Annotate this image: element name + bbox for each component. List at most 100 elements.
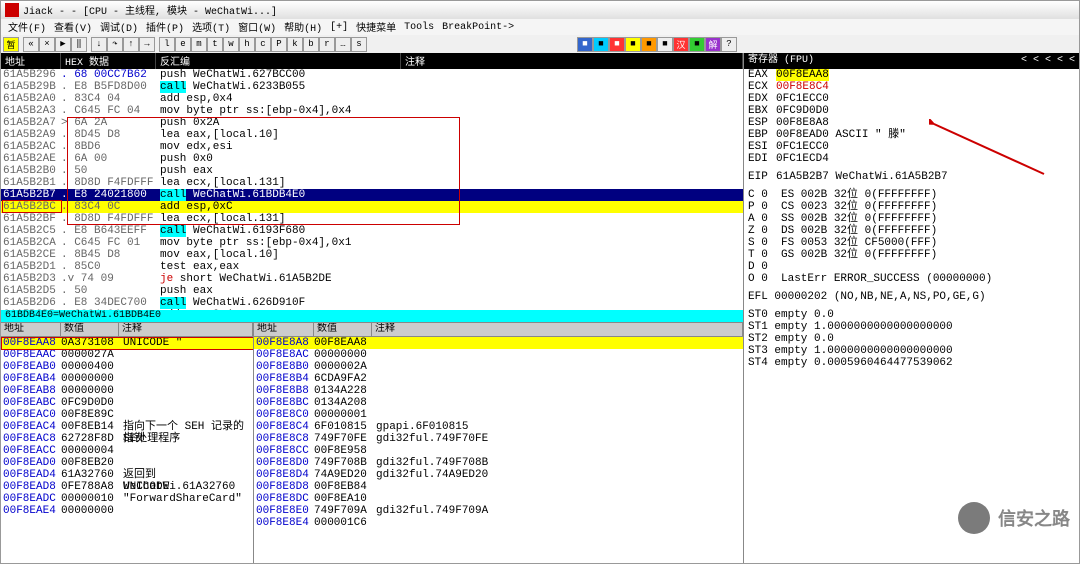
disasm-row[interactable]: 61A5B2AE. 6A 00push 0x0 <box>1 153 743 165</box>
disasm-row[interactable]: 61A5B2BC. 83C4 0Cadd esp,0xC <box>1 201 743 213</box>
dump-row[interactable]: 00F8EAD80FE788A8UNICODE "ForwardShareCar… <box>1 481 253 493</box>
disasm-row[interactable]: 61A5B2A3. C645 FC 04mov byte ptr ss:[ebp… <box>1 105 743 117</box>
register-row[interactable]: ESI0FC1ECC0 <box>744 141 1079 153</box>
e-button[interactable]: e <box>175 37 191 52</box>
tb-a[interactable]: ■ <box>577 37 593 52</box>
disasm-row[interactable]: 61A5B2D5. 50push eax <box>1 285 743 297</box>
registers-pane[interactable]: EAX00F8EAA8ECX00F8E8C4EDX0FC1ECC0EBX0FC9… <box>744 69 1079 563</box>
menu-item[interactable]: 插件(P) <box>143 19 187 35</box>
stack-row[interactable]: 00F8E8D0749F708Bgdi32ful.749F708B <box>254 457 743 469</box>
m-button[interactable]: m <box>191 37 207 52</box>
disasm-row[interactable]: 61A5B2DB. 83C4 04add esp,0x4 <box>1 309 743 310</box>
pause2-button[interactable]: ‖ <box>71 37 87 52</box>
register-row[interactable]: EDI0FC1ECD4 <box>744 153 1079 165</box>
stack-row[interactable]: 00F8E8E0749F709Agdi32ful.749F709A <box>254 505 743 517</box>
menu-item[interactable]: 查看(V) <box>51 19 95 35</box>
dump-row[interactable]: 00F8EAE400000000 <box>1 505 253 517</box>
dump-row[interactable]: 00F8EAD000F8EB20 <box>1 457 253 469</box>
tb-b[interactable]: ■ <box>593 37 609 52</box>
disasm-row[interactable]: 61A5B2D6. E8 34DEC700call WeChatWi.626D9… <box>1 297 743 309</box>
k-button[interactable]: k <box>287 37 303 52</box>
disasm-row[interactable]: 61A5B2D3.v 74 09je short WeChatWi.61A5B2… <box>1 273 743 285</box>
stack-row[interactable]: 00F8E8B00000002A <box>254 361 743 373</box>
disasm-row[interactable]: 61A5B2D1. 85C0test eax,eax <box>1 261 743 273</box>
menu-item[interactable]: 快捷菜单 <box>353 19 399 35</box>
menu-item[interactable]: 文件(F) <box>5 19 49 35</box>
stack-pane[interactable]: 地址 数值 注释 00F8E8A800F8EAA800F8E8AC0000000… <box>253 323 743 564</box>
menu-item[interactable]: 选项(T) <box>189 19 233 35</box>
tb-f[interactable]: ■ <box>657 37 673 52</box>
dump-row[interactable]: 00F8EACC00000004 <box>1 445 253 457</box>
register-row[interactable]: ECX00F8E8C4 <box>744 81 1079 93</box>
stack-row[interactable]: 00F8E8B80134A228 <box>254 385 743 397</box>
h-button[interactable]: h <box>239 37 255 52</box>
tb-g[interactable]: 汉 <box>673 37 689 52</box>
stack-row[interactable]: 00F8E8A800F8EAA8 <box>254 337 743 349</box>
step-into-button[interactable]: ↓ <box>91 37 107 52</box>
dump-row[interactable]: 00F8EAC000F8E89C <box>1 409 253 421</box>
t-button[interactable]: t <box>207 37 223 52</box>
ellipsis-button[interactable]: … <box>335 37 351 52</box>
pause-button[interactable]: 暂 <box>3 37 19 52</box>
stack-row[interactable]: 00F8E8AC00000000 <box>254 349 743 361</box>
disasm-row[interactable]: 61A5B2B1. 8D8D F4FDFFFlea ecx,[local.131… <box>1 177 743 189</box>
menu-item[interactable]: 窗口(W) <box>235 19 279 35</box>
tb-e[interactable]: ■ <box>641 37 657 52</box>
close-button[interactable]: × <box>39 37 55 52</box>
tb-c[interactable]: ■ <box>609 37 625 52</box>
toolbar[interactable]: 暂 « × ▶ ‖ ↓ ↷ ↑ → l e m t w h c P k b r … <box>1 35 1079 53</box>
stack-row[interactable]: 00F8E8DC00F8EA10 <box>254 493 743 505</box>
disasm-row[interactable]: 61A5B2A9. 8D45 D8lea eax,[local.10] <box>1 129 743 141</box>
tb-j[interactable]: ? <box>721 37 737 52</box>
l-button[interactable]: l <box>159 37 175 52</box>
dump-row[interactable]: 00F8EAC862728F8DSE处理程序 <box>1 433 253 445</box>
register-row[interactable]: ESP00F8E8A8 <box>744 117 1079 129</box>
dump-row[interactable]: 00F8EAB400000000 <box>1 373 253 385</box>
tb-i[interactable]: 解 <box>705 37 721 52</box>
step-over-button[interactable]: ↷ <box>107 37 123 52</box>
disasm-row[interactable]: 61A5B2A0. 83C4 04add esp,0x4 <box>1 93 743 105</box>
menu-item[interactable]: 调试(D) <box>97 19 141 35</box>
dump-row[interactable]: 00F8EAA80A373108UNICODE " <box>1 337 253 349</box>
stack-row[interactable]: 00F8E8D800F8EB84 <box>254 481 743 493</box>
menu-item[interactable]: BreakPoint-> <box>439 22 517 33</box>
disasm-row[interactable]: 61A5B296. 68 00CC7B62push WeChatWi.627BC… <box>1 69 743 81</box>
stack-row[interactable]: 00F8E8C8749F70FEgdi32ful.749F70FE <box>254 433 743 445</box>
disasm-row[interactable]: 61A5B2AC. 8BD6mov edx,esi <box>1 141 743 153</box>
c-button[interactable]: c <box>255 37 271 52</box>
stack-row[interactable]: 00F8E8D474A9ED20gdi32ful.74A9ED20 <box>254 469 743 481</box>
dump-row[interactable]: 00F8EAAC0000027A <box>1 349 253 361</box>
register-row[interactable]: EAX00F8EAA8 <box>744 69 1079 81</box>
menu-bar[interactable]: 文件(F)查看(V)调试(D)插件(P)选项(T)窗口(W)帮助(H)[+]快捷… <box>1 19 1079 35</box>
disasm-row[interactable]: 61A5B2B0. 50push eax <box>1 165 743 177</box>
r-button[interactable]: r <box>319 37 335 52</box>
menu-item[interactable]: 帮助(H) <box>281 19 325 35</box>
menu-item[interactable]: Tools <box>401 22 437 33</box>
step-out-button[interactable]: ↑ <box>123 37 139 52</box>
disasm-row[interactable]: 61A5B2B7. E8 24021800call WeChatWi.61BDB… <box>1 189 743 201</box>
register-row[interactable]: EBX0FC9D0D0 <box>744 105 1079 117</box>
dump-row[interactable]: 00F8EAB000000400 <box>1 361 253 373</box>
stack-row[interactable]: 00F8E8BC0134A208 <box>254 397 743 409</box>
run-to-button[interactable]: → <box>139 37 155 52</box>
menu-item[interactable]: [+] <box>327 22 351 33</box>
b-button[interactable]: b <box>303 37 319 52</box>
stack-row[interactable]: 00F8E8B46CDA9FA2 <box>254 373 743 385</box>
disasm-row[interactable]: 61A5B2C5. E8 B643EEFFcall WeChatWi.6193F… <box>1 225 743 237</box>
register-eip[interactable]: EIP61A5B2B7 WeChatWi.61A5B2B7 <box>744 171 1079 183</box>
dump-pane[interactable]: 地址 数值 注释 00F8EAA80A373108UNICODE "00F8EA… <box>1 323 253 564</box>
stack-row[interactable]: 00F8E8C46F010815gpapi.6F010815 <box>254 421 743 433</box>
play-button[interactable]: ▶ <box>55 37 71 52</box>
p-button[interactable]: P <box>271 37 287 52</box>
s-button[interactable]: s <box>351 37 367 52</box>
register-row[interactable]: EBP00F8EAD0 ASCII " 滕" <box>744 129 1079 141</box>
tb-d[interactable]: ■ <box>625 37 641 52</box>
register-row[interactable]: EDX0FC1ECC0 <box>744 93 1079 105</box>
stack-row[interactable]: 00F8E8C000000001 <box>254 409 743 421</box>
dump-row[interactable]: 00F8EADC00000010 <box>1 493 253 505</box>
disasm-row[interactable]: 61A5B2CE. 8B45 D8mov eax,[local.10] <box>1 249 743 261</box>
tb-h[interactable]: ■ <box>689 37 705 52</box>
dump-row[interactable]: 00F8EAD461A32760返回到 WeChatWi.61A32760 <box>1 469 253 481</box>
disasm-row[interactable]: 61A5B2CA. C645 FC 01mov byte ptr ss:[ebp… <box>1 237 743 249</box>
dump-row[interactable]: 00F8EABC0FC9D0D0 <box>1 397 253 409</box>
